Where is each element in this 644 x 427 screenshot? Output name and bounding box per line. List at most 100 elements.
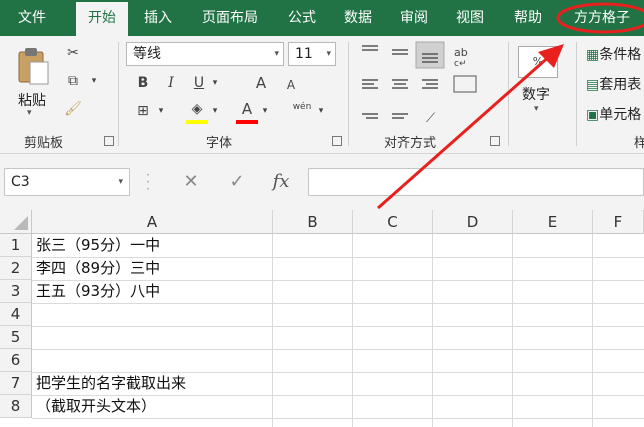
tab-page-layout[interactable]: 页面布局 — [192, 0, 268, 36]
gridline — [592, 234, 593, 427]
cell-a1[interactable]: 张三（95分）一中 — [36, 234, 160, 257]
tab-fangfanggezi[interactable]: 方方格子 — [562, 0, 642, 36]
tab-help[interactable]: 帮助 — [504, 0, 552, 36]
phonetic-dropdown-chevron-icon[interactable]: ▾ — [316, 100, 326, 122]
gridline — [432, 234, 433, 427]
fill-color-dropdown-chevron-icon[interactable]: ▾ — [210, 100, 220, 122]
underline-dropdown-chevron-icon[interactable]: ▾ — [210, 72, 220, 94]
gridline — [352, 234, 353, 427]
alignment-icons[interactable]: ab c↵ ⟋ — [356, 40, 506, 130]
name-box[interactable]: C3 ▾ — [4, 168, 130, 196]
font-color-swatch — [236, 120, 258, 124]
column-header-f[interactable]: F — [593, 210, 644, 234]
gridline — [32, 418, 644, 419]
increase-font-button[interactable]: A — [250, 72, 272, 94]
row-header-1[interactable]: 1 — [0, 234, 32, 257]
copy-dropdown-chevron-icon[interactable]: ▾ — [88, 70, 100, 92]
underline-button[interactable]: U — [188, 72, 210, 94]
gridline — [32, 303, 644, 304]
font-name-select[interactable]: 等线 ▾ — [126, 42, 284, 66]
paste-label: 粘贴 — [18, 93, 46, 109]
gridline — [32, 349, 644, 350]
font-size-value: 11 — [295, 46, 313, 62]
tab-home[interactable]: 开始 — [76, 2, 128, 36]
conditional-format-icon: ▦ — [586, 47, 600, 63]
chevron-down-icon: ▾ — [534, 104, 539, 114]
chevron-down-icon: ▾ — [27, 108, 32, 118]
chevron-down-icon: ▾ — [326, 49, 331, 59]
gridline — [512, 234, 513, 427]
tab-view[interactable]: 视图 — [446, 0, 494, 36]
phonetic-button[interactable]: wén — [288, 96, 316, 118]
tab-insert[interactable]: 插入 — [134, 0, 182, 36]
cell-style-button[interactable]: ▣单元格 — [586, 104, 641, 126]
tab-file[interactable]: 文件 — [8, 0, 56, 36]
group-divider — [348, 42, 349, 146]
table-style-button[interactable]: ▤套用表 — [586, 74, 641, 96]
formula-input[interactable] — [308, 168, 644, 196]
row-header-3[interactable]: 3 — [0, 280, 32, 303]
number-format-icon: % — [518, 46, 558, 78]
column-header-c[interactable]: C — [353, 210, 433, 234]
conditional-format-button[interactable]: ▦条件格 — [586, 44, 641, 66]
cancel-button[interactable]: ✕ — [176, 168, 206, 196]
font-name-value: 等线 — [133, 46, 161, 62]
tab-formulas[interactable]: 公式 — [278, 0, 326, 36]
bold-button[interactable]: B — [132, 72, 154, 94]
fill-color-icon[interactable]: ◈ — [186, 98, 208, 120]
select-all-corner[interactable] — [0, 210, 32, 234]
name-box-value: C3 — [11, 174, 30, 190]
table-style-icon: ▤ — [586, 77, 600, 93]
format-painter-icon[interactable]: 🖌 — [62, 98, 84, 120]
row-header-2[interactable]: 2 — [0, 257, 32, 280]
column-header-d[interactable]: D — [433, 210, 513, 234]
cell-a3[interactable]: 王五（93分）八中 — [36, 280, 160, 303]
cell-style-icon: ▣ — [586, 107, 600, 123]
ribbon-tab-bar: 文件 开始 插入 页面布局 公式 数据 审阅 视图 帮助 方方格子 — [0, 0, 644, 36]
styles-group-label: 样 — [634, 136, 644, 151]
column-header-b[interactable]: B — [273, 210, 353, 234]
fill-color-swatch — [186, 120, 208, 124]
conditional-format-label: 条件格 — [599, 47, 642, 63]
font-size-select[interactable]: 11 ▾ — [288, 42, 336, 66]
gridline — [32, 326, 644, 327]
border-dropdown-chevron-icon[interactable]: ▾ — [156, 100, 166, 122]
number-format-button[interactable]: % 数字 ▾ — [516, 42, 562, 122]
italic-button[interactable]: I — [160, 72, 182, 94]
border-icon[interactable]: ⊞ — [132, 100, 154, 122]
font-launcher-icon[interactable] — [332, 136, 342, 146]
svg-text:c↵: c↵ — [454, 59, 467, 69]
cell-a7[interactable]: 把学生的名字截取出来 — [36, 372, 186, 395]
cell-a8[interactable]: （截取开头文本） — [36, 395, 156, 418]
group-divider — [508, 42, 509, 146]
insert-function-button[interactable]: fx — [266, 168, 296, 196]
font-color-dropdown-chevron-icon[interactable]: ▾ — [260, 100, 270, 122]
row-header-5[interactable]: 5 — [0, 326, 32, 349]
clipboard-group-label: 剪贴板 — [24, 136, 64, 151]
column-header-e[interactable]: E — [513, 210, 593, 234]
formula-bar-grip-icon: · · · — [146, 168, 150, 196]
alignment-launcher-icon[interactable] — [490, 136, 500, 146]
row-header-4[interactable]: 4 — [0, 303, 32, 326]
cell-a2[interactable]: 李四（89分）三中 — [36, 257, 160, 280]
paste-button[interactable]: 粘贴 ▾ — [12, 44, 54, 118]
group-divider — [118, 42, 119, 146]
decrease-font-button[interactable]: A — [280, 74, 302, 96]
clipboard-launcher-icon[interactable] — [104, 136, 114, 146]
font-color-button[interactable]: A — [236, 98, 258, 120]
chevron-down-icon: ▾ — [118, 177, 123, 187]
row-header-8[interactable]: 8 — [0, 395, 32, 418]
column-header-a[interactable]: A — [32, 210, 273, 234]
enter-button[interactable]: ✓ — [222, 168, 252, 196]
tab-data[interactable]: 数据 — [334, 0, 382, 36]
number-label: 数字 — [522, 87, 550, 103]
cut-icon[interactable]: ✂ — [62, 42, 84, 64]
ribbon: 粘贴 ▾ ✂ ⧉ ▾ 🖌 剪贴板 等线 ▾ 11 ▾ B I U ▾ A A ⊞… — [0, 36, 644, 154]
gridline — [272, 234, 273, 427]
select-all-triangle-icon — [14, 216, 28, 230]
svg-text:ab: ab — [454, 46, 468, 59]
tab-review[interactable]: 审阅 — [390, 0, 438, 36]
row-header-6[interactable]: 6 — [0, 349, 32, 372]
row-header-7[interactable]: 7 — [0, 372, 32, 395]
copy-icon[interactable]: ⧉ — [62, 70, 84, 92]
